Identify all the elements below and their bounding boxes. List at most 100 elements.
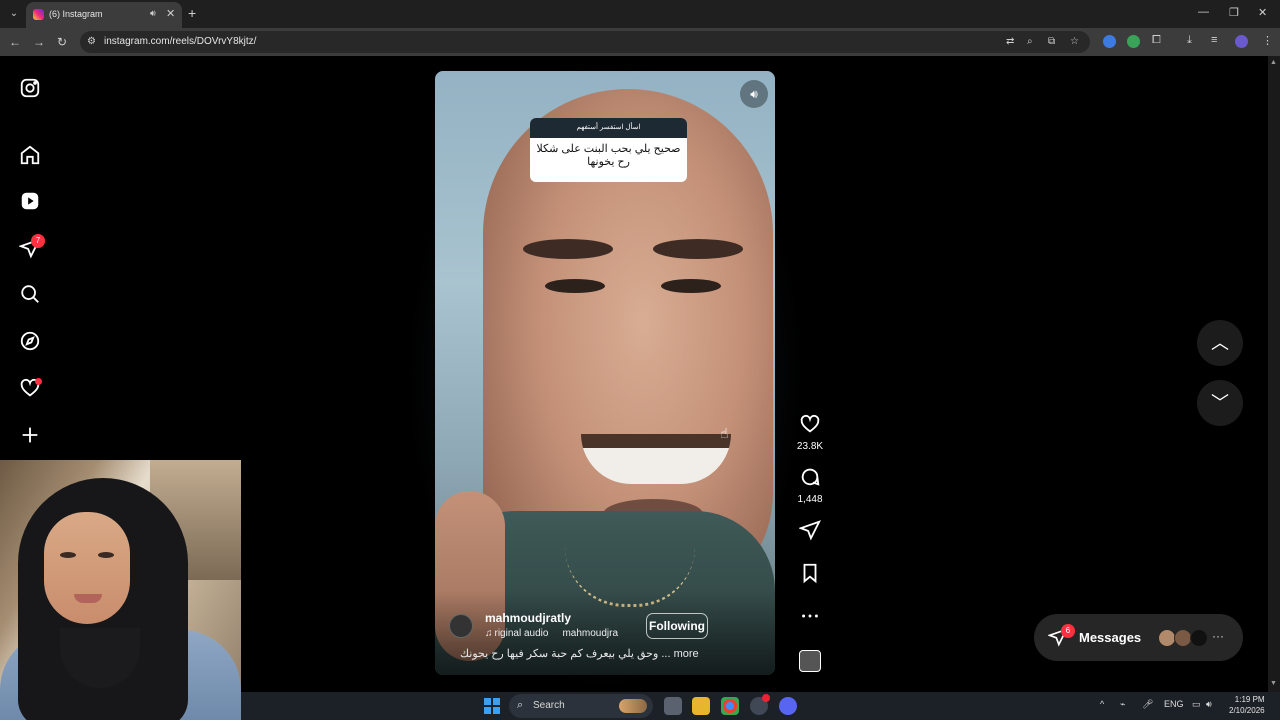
instagram-logo-icon[interactable] [17, 75, 43, 101]
following-button[interactable]: Following [646, 613, 708, 639]
webcam-overlay [0, 460, 241, 720]
microphone-icon[interactable]: 🎤︎ [1142, 699, 1153, 710]
author-avatar[interactable] [449, 614, 473, 638]
audio-label: riginal audio [494, 628, 549, 639]
home-icon[interactable] [17, 142, 43, 168]
reel-caption[interactable]: وحق يلي بيعرف كم حبة سكر فيها رح يحونك .… [460, 647, 699, 660]
mouse-cursor: ☝︎ [720, 425, 729, 441]
webcam-lips [74, 594, 102, 603]
bookmark-star-icon[interactable]: ☆ [1070, 36, 1079, 47]
system-clock[interactable]: 1:19 PM 2/10/2026 [1229, 694, 1265, 716]
video-eye [661, 279, 721, 293]
webcam-eye [98, 552, 114, 558]
browser-toolbar: ← → ↻ ⚙ instagram.com/reels/DOVrvY8kjtz/… [0, 28, 1280, 56]
windows-taskbar: ⌕ Search ^ ⌁ 🎤︎ ENG ▭ 🔊︎ 1:19 PM 2/10/20… [241, 692, 1280, 720]
extension-blue-icon[interactable] [1103, 35, 1116, 48]
music-note-icon: ♫ [485, 628, 493, 639]
scroll-up-arrow-icon[interactable]: ▲ [1270, 59, 1277, 66]
tray-chevron-up-icon[interactable]: ^ [1100, 699, 1104, 709]
comment-bubble-icon [801, 468, 820, 486]
reel-audio-info[interactable]: ♫ riginal audio mahmoudjra [485, 628, 618, 639]
minimize-icon[interactable]: — [1198, 6, 1209, 18]
reload-icon[interactable]: ↻ [57, 35, 67, 49]
save-button[interactable] [796, 562, 824, 589]
original-audio-thumbnail[interactable] [799, 650, 821, 672]
windows-start-icon[interactable] [484, 698, 500, 714]
clock-time: 1:19 PM [1234, 695, 1265, 704]
video-brow [523, 239, 613, 259]
file-explorer-icon[interactable] [692, 697, 710, 715]
clock-date: 2/10/2026 [1229, 706, 1265, 715]
page-scrollbar[interactable]: ▲ ▼ [1268, 56, 1280, 692]
tab-instagram[interactable]: (6) Instagram 🔊︎ ✕ [26, 2, 182, 28]
sticker-question-text: صحيح يلي بحب البنت على شكلا رح يخونها [536, 143, 681, 168]
display-icon[interactable]: ▭ [1192, 699, 1201, 710]
messages-pill[interactable]: 6 Messages ··· [1034, 614, 1243, 661]
likes-count: 23.8K [796, 441, 824, 452]
tab-title: (6) Instagram [49, 9, 103, 19]
video-smile [581, 434, 731, 484]
tab-search-button[interactable]: ⌄ [5, 5, 23, 23]
browser-tab-bar: ⌄ (6) Instagram 🔊︎ ✕ + — ❐ ✕ [0, 0, 1280, 28]
webcam-person-face [44, 512, 130, 624]
taskbar-search-label: Search [533, 700, 565, 711]
window-close-icon[interactable]: ✕ [1258, 6, 1267, 19]
chrome-icon[interactable] [721, 697, 739, 715]
previous-reel-chevron-up-icon[interactable]: ︿ [1197, 320, 1243, 366]
explore-compass-icon[interactable] [17, 328, 43, 354]
create-plus-icon[interactable] [17, 422, 43, 448]
share-button[interactable] [796, 519, 824, 546]
scroll-down-arrow-icon[interactable]: ▼ [1270, 680, 1277, 687]
reel-video[interactable]: 🔊︎ اسأل استفسر أستفهم صحيح يلي بحب البنت… [435, 71, 775, 675]
extensions-puzzle-icon[interactable]: ⧠ [1152, 34, 1161, 47]
app-notification-dot [762, 694, 770, 702]
sticker-header: اسأل استفسر أستفهم [530, 118, 687, 138]
zoom-icon[interactable]: ⌕ [1027, 36, 1033, 47]
language-indicator[interactable]: ENG [1164, 699, 1184, 709]
contact-avatar [1190, 629, 1208, 647]
discord-icon[interactable] [779, 697, 797, 715]
audio-account: mahmoudjra [562, 628, 619, 639]
like-heart-icon [800, 414, 820, 433]
back-icon[interactable]: ← [9, 35, 21, 49]
address-bar[interactable]: ⚙ instagram.com/reels/DOVrvY8kjtz/ ⇄ ⌕ ⧉… [80, 31, 1090, 53]
download-icon[interactable]: ⤓ [1187, 34, 1192, 47]
video-brow [653, 239, 743, 259]
forward-icon[interactable]: → [33, 35, 45, 49]
next-reel-chevron-down-icon[interactable]: ﹀ [1197, 380, 1243, 426]
messages-unread-badge: 6 [1061, 624, 1075, 638]
volume-icon[interactable]: 🔊︎ [1206, 699, 1212, 710]
mute-toggle-speaker-icon[interactable]: 🔊︎ [740, 80, 768, 108]
comments-count: 1,448 [797, 494, 823, 505]
site-info-icon[interactable]: ⚙ [87, 36, 96, 47]
more-options-button[interactable] [796, 605, 824, 632]
taskbar-search[interactable]: ⌕ Search [509, 694, 653, 718]
webcam-eye [60, 552, 76, 558]
instagram-sidebar: 7 [0, 56, 60, 460]
restore-icon[interactable]: ❐ [1229, 6, 1239, 19]
messages-label: Messages [1079, 630, 1142, 645]
more-dots-icon: ··· [1212, 629, 1224, 643]
media-control-icon[interactable]: ≡ [1211, 34, 1217, 46]
reels-icon[interactable] [17, 188, 43, 214]
search-icon[interactable] [17, 281, 43, 307]
extension-shield-icon[interactable] [1127, 35, 1140, 48]
like-button[interactable]: 23.8K [796, 413, 824, 452]
menu-dots-icon[interactable]: ⋮ [1262, 34, 1273, 47]
network-icon[interactable]: ⌁ [1120, 699, 1125, 710]
notification-count-badge: 7 [31, 234, 45, 248]
comment-button[interactable]: 1,448 [796, 466, 824, 505]
url-text[interactable]: instagram.com/reels/DOVrvY8kjtz/ [104, 36, 256, 47]
task-view-icon[interactable] [664, 697, 682, 715]
install-app-icon[interactable]: ⧉ [1048, 36, 1055, 47]
speaker-icon[interactable]: 🔊︎ [150, 8, 156, 19]
question-sticker: اسأل استفسر أستفهم صحيح يلي بحب البنت عل… [530, 118, 687, 182]
author-username[interactable]: mahmoudjratly [485, 611, 571, 625]
search-highlight-art [619, 699, 647, 713]
translate-icon[interactable]: ⇄ [1006, 36, 1014, 47]
close-icon[interactable]: ✕ [166, 7, 175, 20]
profile-avatar[interactable] [1235, 35, 1248, 48]
video-eye [545, 279, 605, 293]
more-dots-icon [802, 614, 818, 618]
new-tab-button[interactable]: + [188, 5, 196, 21]
